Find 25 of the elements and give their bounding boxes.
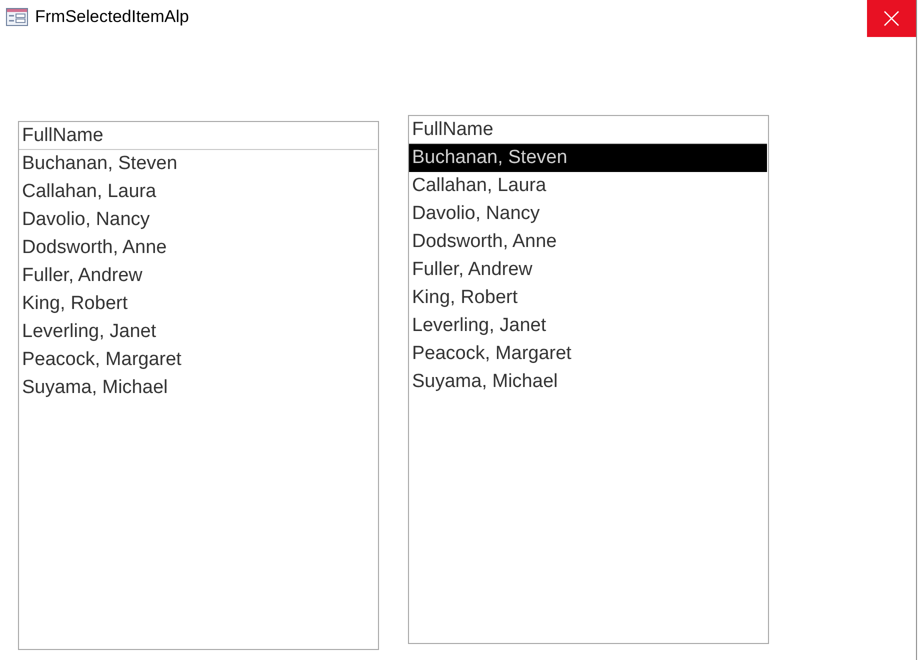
list-item[interactable]: Fuller, Andrew xyxy=(19,262,377,290)
close-button[interactable] xyxy=(867,0,916,37)
window-title: FrmSelectedItemAlp xyxy=(35,7,189,27)
close-icon xyxy=(884,11,899,26)
list-item[interactable]: Buchanan, Steven xyxy=(19,150,377,178)
form-icon xyxy=(6,8,28,26)
list-item[interactable]: Peacock, Margaret xyxy=(409,340,767,368)
list-item[interactable]: Leverling, Janet xyxy=(409,312,767,340)
list-item[interactable]: Davolio, Nancy xyxy=(19,206,377,234)
list-item[interactable]: King, Robert xyxy=(409,284,767,312)
list-item[interactable]: Callahan, Laura xyxy=(409,172,767,200)
list-item[interactable]: Callahan, Laura xyxy=(19,178,377,206)
list-item[interactable]: Peacock, Margaret xyxy=(19,346,377,374)
list-item[interactable]: Davolio, Nancy xyxy=(409,200,767,228)
list-item[interactable]: Leverling, Janet xyxy=(19,318,377,346)
column-header: FullName xyxy=(19,122,377,150)
list-item[interactable]: Fuller, Andrew xyxy=(409,256,767,284)
list-item[interactable]: King, Robert xyxy=(19,290,377,318)
list-item[interactable]: Dodsworth, Anne xyxy=(409,228,767,256)
list-item[interactable]: Suyama, Michael xyxy=(19,374,377,402)
list-item[interactable]: Suyama, Michael xyxy=(409,368,767,396)
list-item[interactable]: Buchanan, Steven xyxy=(409,144,767,172)
list-item[interactable]: Dodsworth, Anne xyxy=(19,234,377,262)
list-box[interactable]: FullName Buchanan, Steven Callahan, Laura Davolio, Nancy Dodsworth, Anne Fuller, Andrew King, Robert Leverling, Janet Peacock, Margaret Suyama, Michael xyxy=(408,115,769,644)
list-box[interactable]: FullName Buchanan, Steven Callahan, Laura Davolio, Nancy Dodsworth, Anne Fuller, Andrew King, Robert Leverling, Janet Peacock, Margaret Suyama, Michael xyxy=(18,121,379,650)
